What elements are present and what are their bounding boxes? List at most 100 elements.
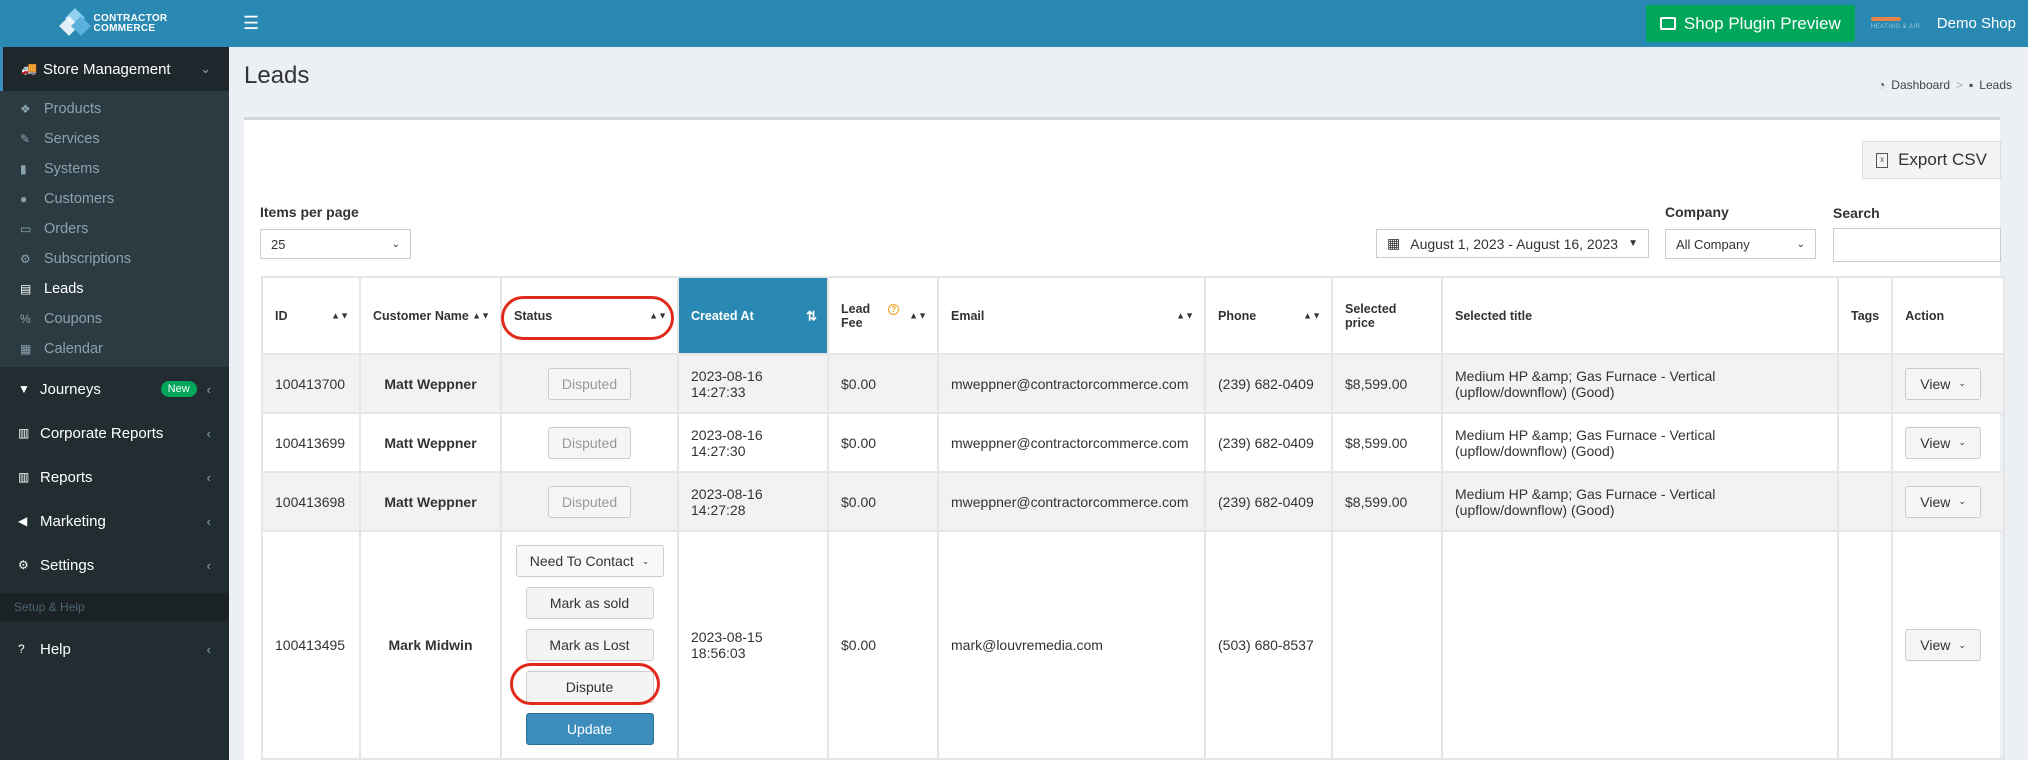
shop-plugin-preview-button[interactable]: Shop Plugin Preview (1645, 5, 1855, 42)
dispute-button[interactable]: Dispute (525, 671, 654, 703)
sidebar-item-calendar[interactable]: ▦ Calendar (0, 334, 229, 364)
cell-id: 100413700 (261, 353, 361, 414)
column-header-customer-name[interactable]: Customer Name ▲▼ (359, 276, 502, 355)
cell-tags (1836, 353, 1894, 414)
breadcrumb-dashboard[interactable]: Dashboard (1891, 78, 1950, 92)
export-csv-button[interactable]: x Export CSV (1862, 141, 2001, 179)
cell-title-line2: (upflow/downflow) (Good) (1455, 383, 1615, 400)
cell-created-time: 14:27:30 (691, 442, 746, 459)
chevron-down-icon: ⌄ (1796, 238, 1805, 250)
cell-email: mark@louvremedia.com (937, 530, 1206, 760)
sidebar-item-settings[interactable]: ⚙ Settings ‹ (0, 543, 229, 587)
update-button[interactable]: Update (525, 713, 654, 745)
mark-as-lost-button[interactable]: Mark as Lost (525, 629, 654, 661)
chevron-down-icon: ⌄ (391, 238, 400, 250)
cell-created-date: 2023-08-16 (691, 485, 763, 502)
chevron-down-icon: ⌄ (1958, 437, 1966, 447)
view-dropdown-button[interactable]: View ⌄ (1905, 367, 1981, 400)
customer-name-link[interactable]: Matt Weppner (359, 412, 502, 473)
sidebar-item-leads[interactable]: ▤ Leads (0, 274, 229, 304)
chevron-down-icon: ⌄ (1958, 378, 1966, 388)
sidebar-item-label: Systems (44, 161, 100, 177)
company-label: Company (1665, 204, 1729, 220)
sidebar-item-store-management[interactable]: 🚚 Store Management ⌄ (0, 47, 229, 91)
sidebar-item-reports[interactable]: ▥ Reports ‹ (0, 455, 229, 499)
items-per-page-label: Items per page (260, 204, 359, 220)
sidebar-item-services[interactable]: ✎ Services (0, 124, 229, 154)
sidebar-item-orders[interactable]: ▭ Orders (0, 214, 229, 244)
chevron-left-icon: ‹ (206, 557, 211, 573)
plugin-button-label: Shop Plugin Preview (1683, 13, 1841, 33)
company-select[interactable]: All Company ⌄ (1665, 229, 1816, 259)
hamburger-menu-icon[interactable]: ☰ (243, 13, 273, 34)
chevron-left-icon: ‹ (206, 425, 211, 441)
customer-name-link[interactable]: Matt Weppner (359, 471, 502, 532)
cell-title-line1: Medium HP &amp; Gas Furnace - Vertical (1455, 485, 1716, 502)
sidebar-item-systems[interactable]: ▮ Systems (0, 154, 229, 184)
column-header-email[interactable]: Email ▲▼ (937, 276, 1206, 355)
cell-lead-fee: $0.00 (827, 471, 939, 532)
chevron-left-icon: ‹ (206, 469, 211, 485)
cell-created-time: 14:27:28 (691, 501, 746, 518)
view-dropdown-button[interactable]: View ⌄ (1905, 426, 1981, 459)
company-logo[interactable]: HEATING & AIR (1870, 14, 1929, 34)
disputed-status-button: Disputed (547, 367, 632, 400)
shop-name[interactable]: Demo Shop (1937, 15, 2016, 32)
sidebar-item-customers[interactable]: ● Customers (0, 184, 229, 214)
status-select[interactable]: Need To Contact ⌄ (515, 545, 664, 577)
cell-phone: (503) 680-8537 (1204, 530, 1333, 760)
customer-name-link[interactable]: Matt Weppner (359, 353, 502, 414)
cubes-icon: ❖ (20, 102, 31, 116)
sort-icon: ▲▼ (649, 310, 667, 320)
table-row: 100413495 Mark Midwin Need To Contact ⌄ M… (261, 530, 2006, 760)
sidebar-item-label: Customers (44, 191, 115, 207)
inbox-icon: ▭ (20, 222, 32, 236)
sidebar-item-label: Settings (40, 556, 95, 574)
table-icon: ▪ (1969, 78, 1974, 92)
cell-lead-fee: $0.00 (827, 353, 939, 414)
sort-icon: ▲▼ (1303, 310, 1321, 320)
column-header-created-at[interactable]: Created At ⇅ (677, 276, 829, 355)
cell-tags (1836, 471, 1894, 532)
top-header: ☰ Shop Plugin Preview HEATING & AIR Demo… (229, 0, 2028, 47)
cell-title-line1: Medium HP &amp; Gas Furnace - Vertical (1455, 426, 1716, 443)
customer-name-link[interactable]: Mark Midwin (359, 530, 502, 760)
cogs-icon: ⚙ (20, 252, 31, 266)
calendar-icon: ▦ (1387, 235, 1401, 251)
sidebar-item-coupons[interactable]: % Coupons (0, 304, 229, 334)
sidebar-item-corporate-reports[interactable]: ▥ Corporate Reports ‹ (0, 411, 229, 455)
cell-lead-fee: $0.00 (827, 530, 939, 760)
sidebar-item-marketing[interactable]: ◀ Marketing ‹ (0, 499, 229, 543)
sidebar-item-help[interactable]: ? Help ‹ (0, 627, 229, 671)
sidebar: CONTRACTOR COMMERCE 🚚 Store Management ⌄… (0, 0, 229, 760)
column-header-tags: Tags (1836, 276, 1894, 355)
cell-created-time: 14:27:33 (691, 383, 746, 400)
items-per-page-value: 25 (271, 236, 286, 252)
sidebar-item-label: Store Management (43, 60, 171, 78)
store-management-submenu: ❖ Products ✎ Services ▮ Systems ● Customers … (0, 91, 229, 367)
users-icon: ● (20, 192, 28, 206)
chevron-left-icon: ‹ (206, 641, 211, 657)
status-actions: Need To Contact ⌄ Mark as sold Mark as Lo… (514, 545, 665, 745)
sidebar-item-subscriptions[interactable]: ⚙ Subscriptions (0, 244, 229, 274)
column-header-action: Action (1891, 276, 2006, 355)
view-dropdown-button[interactable]: View ⌄ (1905, 485, 1981, 518)
cell-title (1441, 530, 1839, 760)
items-per-page-select[interactable]: 25 ⌄ (260, 229, 411, 259)
search-input[interactable] (1833, 228, 2001, 262)
date-range-picker[interactable]: ▦ August 1, 2023 - August 16, 2023 ▼ (1376, 229, 1649, 258)
help-icon[interactable]: ? (888, 303, 900, 315)
sidebar-item-label: Marketing (40, 512, 106, 530)
column-header-lead-fee[interactable]: Lead? Fee ▲▼ (827, 276, 939, 355)
mark-as-sold-button[interactable]: Mark as sold (525, 587, 654, 619)
sidebar-item-label: Corporate Reports (40, 424, 164, 442)
brand-logo[interactable]: CONTRACTOR COMMERCE (0, 0, 229, 47)
sidebar-item-journeys[interactable]: ▼ Journeys New ‹ (0, 367, 229, 411)
sidebar-item-products[interactable]: ❖ Products (0, 94, 229, 124)
view-dropdown-button[interactable]: View ⌄ (1905, 629, 1981, 661)
column-header-status[interactable]: Status ▲▼ (500, 276, 679, 355)
cell-lead-fee: $0.00 (827, 412, 939, 473)
column-header-phone[interactable]: Phone ▲▼ (1204, 276, 1333, 355)
column-header-id[interactable]: ID ▲▼ (261, 276, 361, 355)
chevron-left-icon: ‹ (206, 513, 211, 529)
